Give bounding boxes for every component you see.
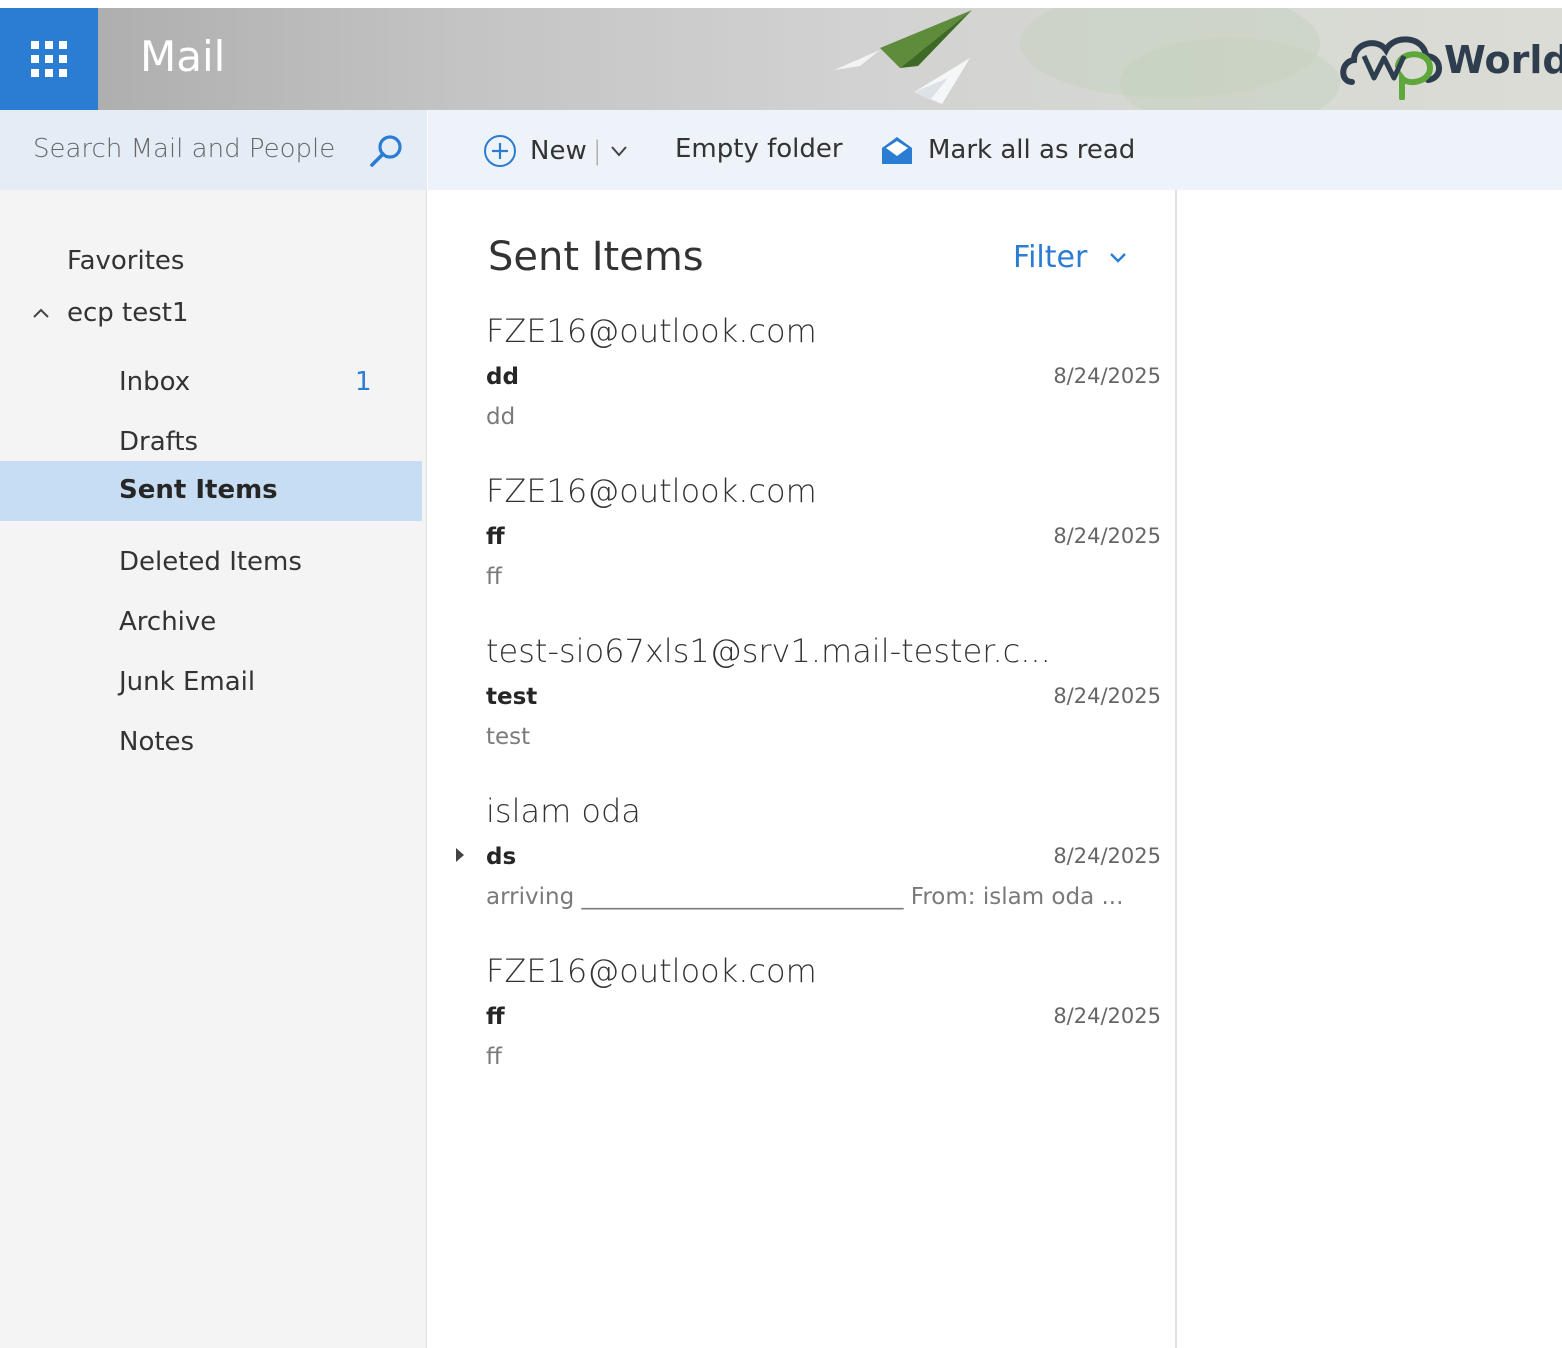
- sidebar-item-label: Deleted Items: [119, 547, 302, 577]
- message-sender: FZE16@outlook.com: [486, 312, 817, 350]
- brand-text: World: [1444, 38, 1562, 82]
- message-sender: FZE16@outlook.com: [486, 952, 817, 990]
- app-title: Mail: [140, 32, 226, 81]
- open-envelope-icon: [882, 137, 912, 164]
- message-preview: ff: [486, 1044, 502, 1070]
- message-sender: test-sio67xls1@srv1.mail-tester.c...: [486, 632, 1051, 670]
- app-launcher-icon: [31, 41, 67, 77]
- sidebar-item-label: Notes: [119, 727, 195, 757]
- top-strip: [0, 0, 1562, 8]
- sidebar-item-inbox[interactable]: Inbox 1: [0, 353, 422, 413]
- message-item[interactable]: test-sio67xls1@srv1.mail-tester.c... tes…: [428, 632, 1175, 792]
- mark-all-read-button[interactable]: Mark all as read: [880, 134, 1135, 166]
- message-date: 8/24/2025: [1053, 684, 1161, 708]
- sidebar-item-junk-email[interactable]: Junk Email: [0, 653, 422, 713]
- reading-pane: [1179, 190, 1562, 1348]
- message-date: 8/24/2025: [1053, 844, 1161, 868]
- message-subject: test: [486, 684, 538, 710]
- empty-folder-label: Empty folder: [675, 134, 843, 164]
- cloud-logo-icon: [1340, 36, 1442, 100]
- sidebar-item-label: Sent Items: [119, 475, 278, 505]
- empty-folder-button[interactable]: Empty folder: [675, 134, 843, 164]
- new-button[interactable]: New |: [483, 134, 629, 168]
- chevron-down-icon: [1110, 252, 1127, 263]
- sidebar-item-sent-items[interactable]: Sent Items: [0, 461, 422, 521]
- message-sender: FZE16@outlook.com: [486, 472, 817, 510]
- message-preview: arriving ____________________________ Fr…: [486, 884, 1124, 910]
- account-label: ecp test1: [67, 298, 189, 328]
- message-subject: ff: [486, 1004, 505, 1030]
- message-date: 8/24/2025: [1053, 1004, 1161, 1028]
- search-input[interactable]: Search Mail and People: [33, 134, 335, 164]
- header-bar: Mail World: [0, 8, 1562, 110]
- filter-label: Filter: [1013, 240, 1088, 275]
- message-item[interactable]: FZE16@outlook.com ff 8/24/2025 ff: [428, 952, 1175, 1112]
- sidebar-item-label: Archive: [119, 607, 217, 637]
- new-button-label: New: [530, 136, 587, 166]
- message-preview: ff: [486, 564, 502, 590]
- message-subject: dd: [486, 364, 519, 390]
- message-preview: dd: [486, 404, 516, 430]
- chevron-down-icon[interactable]: [609, 141, 629, 161]
- message-item[interactable]: FZE16@outlook.com dd 8/24/2025 dd: [428, 312, 1175, 472]
- sidebar-item-label: Junk Email: [119, 667, 256, 697]
- sidebar-item-label: Inbox: [119, 367, 191, 397]
- search-box[interactable]: Search Mail and People: [0, 110, 427, 190]
- sidebar-item-label: Drafts: [119, 427, 199, 457]
- unread-count-badge: 1: [355, 367, 372, 397]
- search-icon[interactable]: [368, 132, 406, 170]
- message-date: 8/24/2025: [1053, 524, 1161, 548]
- sidebar-item-archive[interactable]: Archive: [0, 593, 422, 653]
- plus-circle-icon: [484, 135, 516, 167]
- account-group-header[interactable]: ecp test1: [0, 290, 420, 340]
- message-date: 8/24/2025: [1053, 364, 1161, 388]
- command-bar: New | Empty folder Mark all as read: [428, 110, 1562, 190]
- favorites-header[interactable]: Favorites: [67, 246, 184, 276]
- mark-all-read-label: Mark all as read: [928, 135, 1136, 165]
- chevron-up-icon[interactable]: [30, 302, 52, 324]
- app-launcher-button[interactable]: [0, 8, 98, 110]
- paper-planes-graphic: [834, 10, 972, 104]
- message-list-pane: Sent Items Filter FZE16@outlook.com dd 8…: [428, 190, 1177, 1348]
- sidebar-item-notes[interactable]: Notes: [0, 713, 422, 773]
- message-item[interactable]: FZE16@outlook.com ff 8/24/2025 ff: [428, 472, 1175, 632]
- separator: |: [592, 136, 602, 166]
- message-subject: ff: [486, 524, 505, 550]
- brand-logo: World: [1338, 20, 1562, 100]
- folder-title: Sent Items: [488, 234, 704, 280]
- triangle-right-icon[interactable]: [454, 846, 466, 864]
- filter-button[interactable]: Filter: [1013, 240, 1129, 275]
- message-subject: ds: [486, 844, 517, 870]
- message-sender: islam oda: [486, 792, 641, 830]
- message-preview: test: [486, 724, 531, 750]
- sidebar-item-deleted-items[interactable]: Deleted Items: [0, 533, 422, 593]
- folder-pane: Search Mail and People Favorites ecp tes…: [0, 110, 427, 1348]
- message-item[interactable]: islam oda ds 8/24/2025 arriving ________…: [428, 792, 1175, 952]
